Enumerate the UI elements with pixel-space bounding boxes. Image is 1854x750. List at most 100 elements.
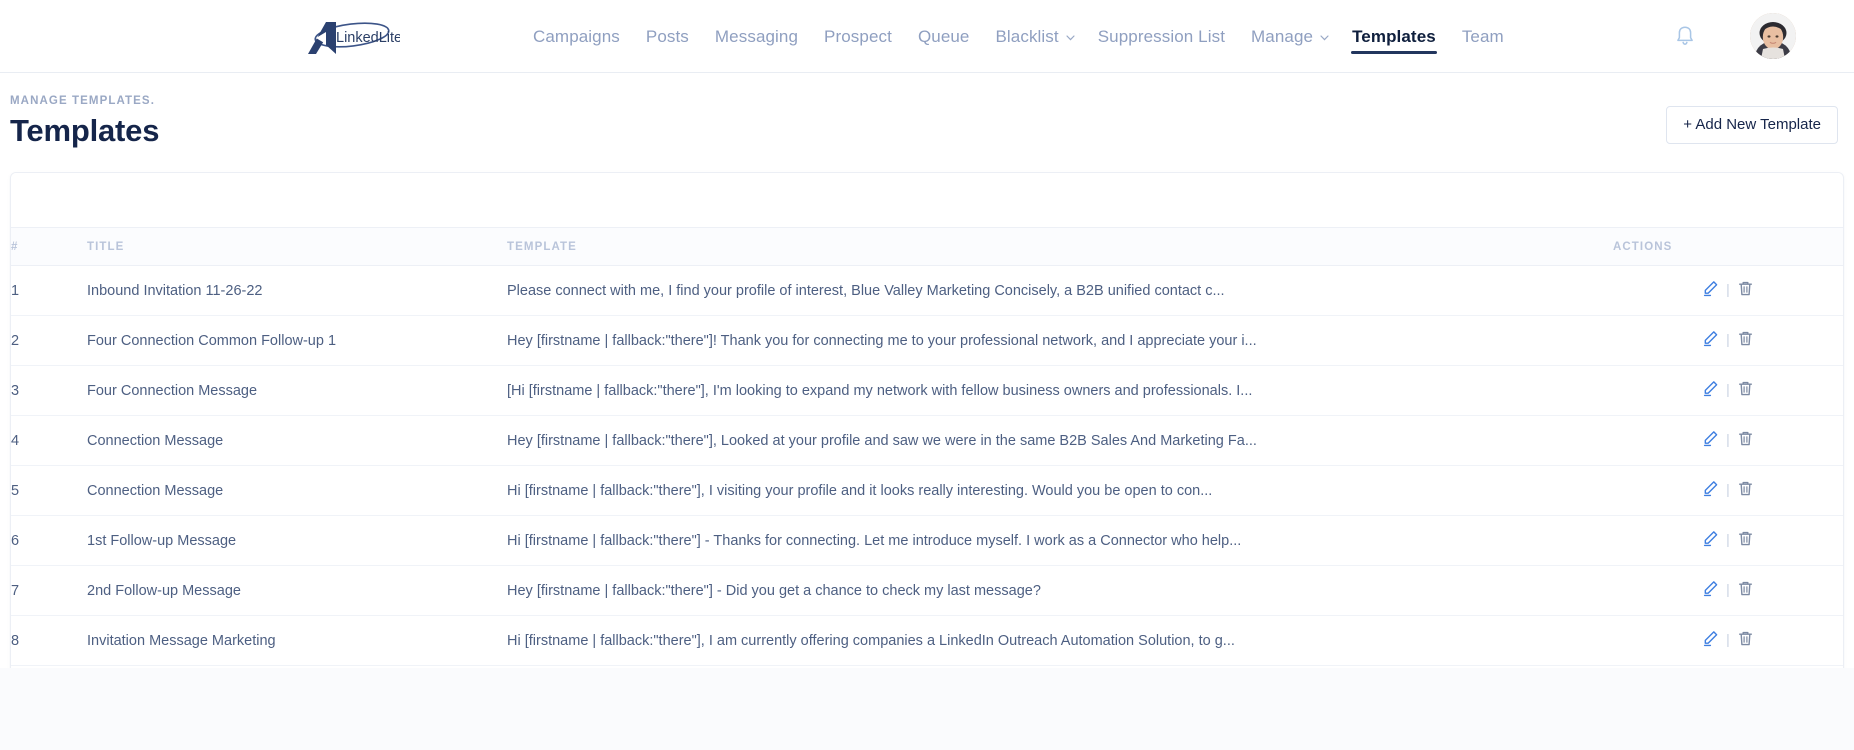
trash-delete-icon xyxy=(1738,281,1752,296)
edit-template-button[interactable] xyxy=(1702,530,1719,547)
delete-template-button[interactable] xyxy=(1737,530,1754,547)
linkedlite-logo-icon: LinkedLite xyxy=(308,22,400,54)
trash-delete-icon xyxy=(1738,381,1752,396)
delete-template-button[interactable] xyxy=(1737,280,1754,297)
row-template: Hey [firstname | fallback:"there"]! Than… xyxy=(507,315,1613,366)
column-header-template[interactable]: TEMPLATE xyxy=(507,227,1613,266)
edit-template-button[interactable] xyxy=(1702,330,1719,347)
edit-template-button[interactable] xyxy=(1702,480,1719,497)
row-number: 8 xyxy=(11,615,87,666)
table-row[interactable]: 4 Connection Message Hey [firstname | fa… xyxy=(11,415,1843,466)
nav-item-team[interactable]: Team xyxy=(1449,0,1517,73)
nav-item-templates[interactable]: Templates xyxy=(1339,0,1449,73)
svg-text:LinkedLite: LinkedLite xyxy=(336,30,400,46)
table-row[interactable]: 5 Connection Message Hi [firstname | fal… xyxy=(11,465,1843,516)
table-row[interactable]: 8 Invitation Message Marketing Hi [first… xyxy=(11,615,1843,666)
edit-template-button[interactable] xyxy=(1702,380,1719,397)
pencil-edit-icon xyxy=(1704,381,1718,397)
action-separator: | xyxy=(1726,530,1730,547)
delete-template-button[interactable] xyxy=(1737,580,1754,597)
trash-delete-icon xyxy=(1738,581,1752,596)
table-header: # TITLE TEMPLATE ACTIONS xyxy=(11,227,1843,266)
row-actions: | xyxy=(1613,365,1843,416)
top-navigation-bar: LinkedLite Campaigns Posts Messaging Pro… xyxy=(0,0,1854,73)
pencil-edit-icon xyxy=(1704,481,1718,497)
nav-label: Suppression List xyxy=(1097,26,1226,46)
edit-template-button[interactable] xyxy=(1702,430,1719,447)
nav-item-suppression-list[interactable]: Suppression List xyxy=(1085,0,1238,73)
row-template: Please connect with me, I find your prof… xyxy=(507,265,1613,316)
notifications-bell-button[interactable] xyxy=(1672,23,1698,49)
nav-item-blacklist[interactable]: Blacklist xyxy=(982,0,1084,73)
pencil-edit-icon xyxy=(1704,281,1718,297)
table-row[interactable]: 2 Four Connection Common Follow-up 1 Hey… xyxy=(11,315,1843,366)
row-template: Hey [firstname | fallback:"there"] - Did… xyxy=(507,565,1613,616)
trash-delete-icon xyxy=(1738,331,1752,346)
templates-page: LinkedLite Campaigns Posts Messaging Pro… xyxy=(0,0,1854,750)
nav-item-messaging[interactable]: Messaging xyxy=(702,0,811,73)
row-template: Hi [firstname | fallback:"there"] - Than… xyxy=(507,515,1613,566)
row-actions: | xyxy=(1613,265,1843,316)
page-title: Templates xyxy=(10,113,160,148)
row-actions: | xyxy=(1613,315,1843,366)
row-number: 4 xyxy=(11,415,87,466)
main-nav: Campaigns Posts Messaging Prospect Queue… xyxy=(520,0,1517,73)
table-row[interactable]: 6 1st Follow-up Message Hi [firstname | … xyxy=(11,515,1843,566)
delete-template-button[interactable] xyxy=(1737,630,1754,647)
add-new-template-button[interactable]: + Add New Template xyxy=(1666,106,1838,144)
templates-table: # TITLE TEMPLATE ACTIONS 1 Inbound Invit… xyxy=(11,227,1843,716)
row-number: 3 xyxy=(11,365,87,416)
row-actions: | xyxy=(1613,515,1843,566)
row-actions: | xyxy=(1613,565,1843,616)
column-header-title[interactable]: TITLE xyxy=(87,227,507,266)
row-number: 1 xyxy=(11,265,87,316)
action-separator: | xyxy=(1726,430,1730,447)
trash-delete-icon xyxy=(1738,531,1752,546)
nav-label: Manage xyxy=(1251,26,1314,46)
action-separator: | xyxy=(1726,630,1730,647)
column-header-number[interactable]: # xyxy=(11,227,87,266)
row-number: 5 xyxy=(11,465,87,516)
nav-label: Team xyxy=(1461,26,1504,46)
page-bottom-background xyxy=(0,668,1854,750)
delete-template-button[interactable] xyxy=(1737,430,1754,447)
nav-item-campaigns[interactable]: Campaigns xyxy=(520,0,633,73)
nav-item-queue[interactable]: Queue xyxy=(905,0,983,73)
row-title: Inbound Invitation 11-26-22 xyxy=(87,265,507,316)
nav-item-posts[interactable]: Posts xyxy=(633,0,702,73)
table-header-row: # TITLE TEMPLATE ACTIONS xyxy=(11,227,1843,266)
brand-logo[interactable]: LinkedLite xyxy=(296,14,400,58)
table-row[interactable]: 1 Inbound Invitation 11-26-22 Please con… xyxy=(11,265,1843,316)
active-tab-indicator xyxy=(1351,51,1437,54)
row-title: 1st Follow-up Message xyxy=(87,515,507,566)
column-header-actions: ACTIONS xyxy=(1613,227,1843,266)
pencil-edit-icon xyxy=(1704,531,1718,547)
delete-template-button[interactable] xyxy=(1737,330,1754,347)
pencil-edit-icon xyxy=(1704,581,1718,597)
delete-template-button[interactable] xyxy=(1737,480,1754,497)
table-row[interactable]: 3 Four Connection Message [Hi [firstname… xyxy=(11,365,1843,416)
avatar-image xyxy=(1750,13,1796,59)
row-template: Hi [firstname | fallback:"there"], I am … xyxy=(507,615,1613,666)
pencil-edit-icon xyxy=(1704,431,1718,447)
nav-label: Messaging xyxy=(714,26,799,46)
edit-template-button[interactable] xyxy=(1702,280,1719,297)
edit-template-button[interactable] xyxy=(1702,630,1719,647)
chevron-down-icon xyxy=(1066,34,1075,41)
nav-label: Posts xyxy=(645,26,689,46)
chevron-down-icon xyxy=(1320,34,1329,41)
table-row[interactable]: 7 2nd Follow-up Message Hey [firstname |… xyxy=(11,565,1843,616)
row-actions: | xyxy=(1613,415,1843,466)
pencil-edit-icon xyxy=(1704,631,1718,647)
nav-item-prospect[interactable]: Prospect xyxy=(811,0,905,73)
page-header: MANAGE TEMPLATES. Templates + Add New Te… xyxy=(0,73,1854,160)
row-actions: | xyxy=(1613,615,1843,666)
edit-template-button[interactable] xyxy=(1702,580,1719,597)
nav-item-manage[interactable]: Manage xyxy=(1238,0,1339,73)
user-avatar[interactable] xyxy=(1750,13,1796,59)
row-title: Connection Message xyxy=(87,415,507,466)
row-title: Connection Message xyxy=(87,465,507,516)
pencil-edit-icon xyxy=(1704,331,1718,347)
nav-label: Queue xyxy=(917,26,970,46)
delete-template-button[interactable] xyxy=(1737,380,1754,397)
